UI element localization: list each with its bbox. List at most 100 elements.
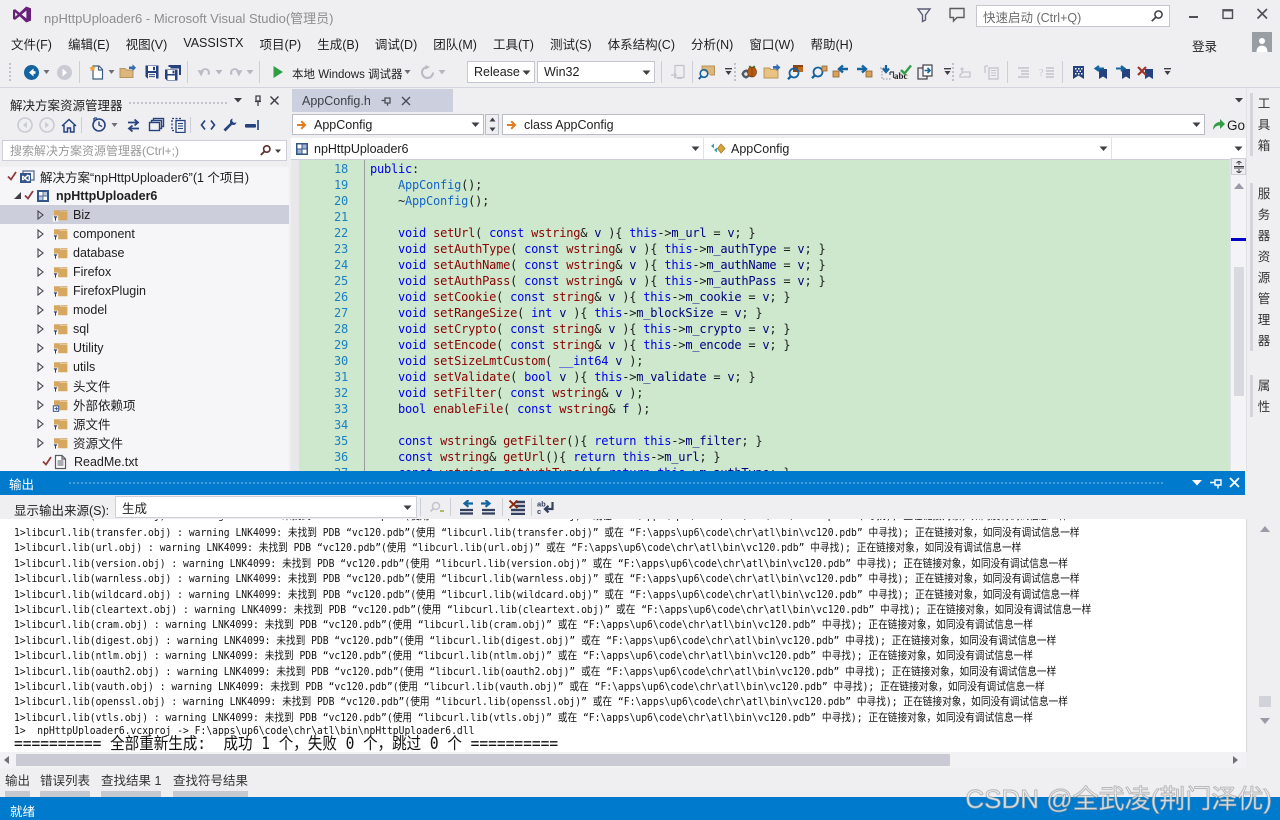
next-bookmark-button[interactable] (1113, 63, 1131, 81)
editor-vertical-scrollbar[interactable] (1230, 158, 1246, 471)
va-navigate-forward-button[interactable] (855, 63, 873, 81)
menu-item-5[interactable]: 项目(P) (252, 29, 310, 58)
bottom-tab-3[interactable]: 查找结果 1 (101, 770, 161, 789)
va-spinner[interactable] (485, 114, 499, 135)
se-sync-with-active-icon[interactable] (124, 116, 142, 134)
menu-item-4[interactable]: VASSISTX (175, 31, 251, 55)
bottom-tab-4[interactable]: 查找符号结果 (173, 770, 248, 789)
se-caret-icon[interactable] (109, 116, 119, 134)
tree-expander-icon[interactable] (32, 378, 48, 394)
clear-bookmarks-button[interactable] (1136, 63, 1154, 81)
va-definition-combo[interactable]: class AppConfig (502, 114, 1205, 135)
se-preview-icon[interactable] (169, 116, 187, 134)
tree-item-database[interactable]: database (0, 243, 289, 262)
nav-back-caret-icon[interactable] (41, 63, 51, 81)
previous-bookmark-button[interactable] (1090, 63, 1108, 81)
tree-item-component[interactable]: component (0, 224, 289, 243)
nav-member-caret-icon[interactable] (1230, 145, 1246, 152)
output-pin-icon[interactable] (1209, 476, 1223, 489)
menu-item-8[interactable]: 团队(M) (425, 29, 485, 58)
tree-item--nphttpuploader6-1-[interactable]: 解决方案“npHttpUploader6”(1 个项目) (0, 167, 289, 186)
tree-item-utility[interactable]: Utility (0, 338, 289, 357)
va-go-button[interactable]: Go (1211, 114, 1245, 136)
nav-project-caret-icon[interactable] (687, 145, 703, 152)
se-collapse-all-icon[interactable] (243, 116, 261, 134)
tree-item-utils[interactable]: utils (0, 357, 289, 376)
va-navigate-back-button[interactable] (832, 63, 850, 81)
output-vertical-scrollbar[interactable] (1252, 521, 1274, 733)
va-goto-button[interactable] (916, 63, 934, 81)
va-paste-button[interactable] (877, 63, 895, 81)
tree-expander-icon[interactable] (32, 397, 48, 413)
scroll-left-arrow-icon[interactable] (2, 755, 10, 765)
tree-item--[interactable]: 源文件 (0, 414, 289, 433)
panel-pin-icon[interactable] (252, 95, 263, 107)
se-nav-back-icon[interactable] (16, 116, 34, 134)
tree-expander-icon[interactable] (32, 207, 48, 223)
va-scope-caret-icon[interactable] (467, 121, 483, 128)
menu-item-7[interactable]: 调试(D) (367, 29, 425, 58)
tab-close-icon[interactable] (401, 96, 411, 106)
redo-caret-icon[interactable] (245, 63, 255, 81)
solution-explorer-header[interactable]: 解决方案资源管理器 (0, 90, 289, 111)
previous-message-icon[interactable] (456, 498, 476, 516)
code-editor[interactable]: 18public:19 AppConfig();20 ~AppConfig();… (291, 160, 1230, 471)
clear-all-icon[interactable] (507, 498, 527, 516)
restart-button[interactable] (418, 63, 436, 81)
configuration-combo-caret-icon[interactable] (520, 69, 534, 76)
query-list-button[interactable]: ? (1038, 63, 1056, 81)
menu-item-3[interactable]: 视图(V) (118, 29, 176, 58)
se-home-icon[interactable] (60, 116, 78, 134)
menu-item-1[interactable]: 文件(F) (3, 29, 60, 58)
debug-target-caret-icon[interactable] (402, 63, 412, 81)
se-scope-icon[interactable] (147, 116, 165, 134)
autohide-tab-3[interactable]: 属性 (1250, 375, 1271, 417)
se-pending-changes-filter-icon[interactable] (90, 116, 108, 134)
window-maximize-button[interactable] (1212, 0, 1244, 28)
new-file-button[interactable] (88, 63, 106, 81)
nav-type-caret-icon[interactable] (1095, 145, 1111, 152)
va-scope-combo[interactable]: AppConfig (292, 114, 484, 135)
menu-item-10[interactable]: 测试(S) (542, 29, 600, 58)
undo-caret-icon[interactable] (214, 63, 224, 81)
bottom-tab-2[interactable]: 错误列表 (40, 770, 90, 789)
create-comment-button[interactable] (957, 63, 975, 81)
feedback-smiley-icon[interactable] (948, 7, 966, 23)
tree-item--[interactable]: 头文件 (0, 376, 289, 395)
tree-expander-icon[interactable] (32, 435, 48, 451)
se-show-code-icon[interactable] (199, 116, 217, 134)
document-tab-appconfig[interactable]: AppConfig.h (292, 89, 453, 112)
debug-target-label[interactable]: 本地 Windows 调试器 (292, 66, 403, 82)
restart-caret-icon[interactable] (437, 63, 447, 81)
tree-expander-icon[interactable] (32, 283, 48, 299)
va-spin-down-icon[interactable] (486, 125, 498, 135)
va-options-button[interactable] (740, 63, 758, 81)
tree-item-readme-txt[interactable]: ReadMe.txt (0, 452, 289, 471)
va-find-references-button[interactable] (786, 63, 804, 81)
menu-item-14[interactable]: 帮助(H) (802, 29, 860, 58)
save-button[interactable] (143, 63, 161, 81)
tree-expander-icon[interactable] (32, 359, 48, 375)
scroll-up-arrow-icon[interactable] (1259, 525, 1271, 533)
scroll-right-arrow-icon[interactable] (1232, 755, 1240, 765)
menu-item-9[interactable]: 工具(T) (485, 29, 542, 58)
scrollbar-thumb[interactable] (1234, 267, 1244, 396)
scrollbar-thumb[interactable] (16, 754, 950, 766)
va-definition-caret-icon[interactable] (1188, 121, 1204, 128)
autohide-tab-2[interactable]: 服务器资源管理器 (1250, 183, 1271, 351)
tabstrip-overflow-caret-icon[interactable] (1234, 96, 1244, 104)
tree-expander-icon[interactable] (32, 245, 48, 261)
toolbar-drag-handle[interactable] (951, 62, 956, 82)
window-minimize-button[interactable] (1178, 0, 1210, 28)
output-source-combo[interactable]: 生成 (115, 496, 417, 518)
menu-item-6[interactable]: 生成(B) (309, 29, 367, 58)
output-log[interactable]: 1>libcurl.lib(timeval.obj) : warning LNK… (0, 519, 1247, 752)
solution-explorer-search-box[interactable]: 搜索解决方案资源管理器(Ctrl+;) (2, 140, 287, 161)
panel-menu-caret-icon[interactable] (233, 96, 243, 104)
tree-expander-icon[interactable] (32, 340, 48, 356)
bookmark-overflow-icon[interactable] (1158, 63, 1176, 81)
tree-expander-icon[interactable] (32, 302, 48, 318)
refactor-button[interactable] (982, 63, 1000, 81)
output-find-icon[interactable] (427, 498, 447, 516)
menu-item-12[interactable]: 分析(N) (683, 29, 741, 58)
